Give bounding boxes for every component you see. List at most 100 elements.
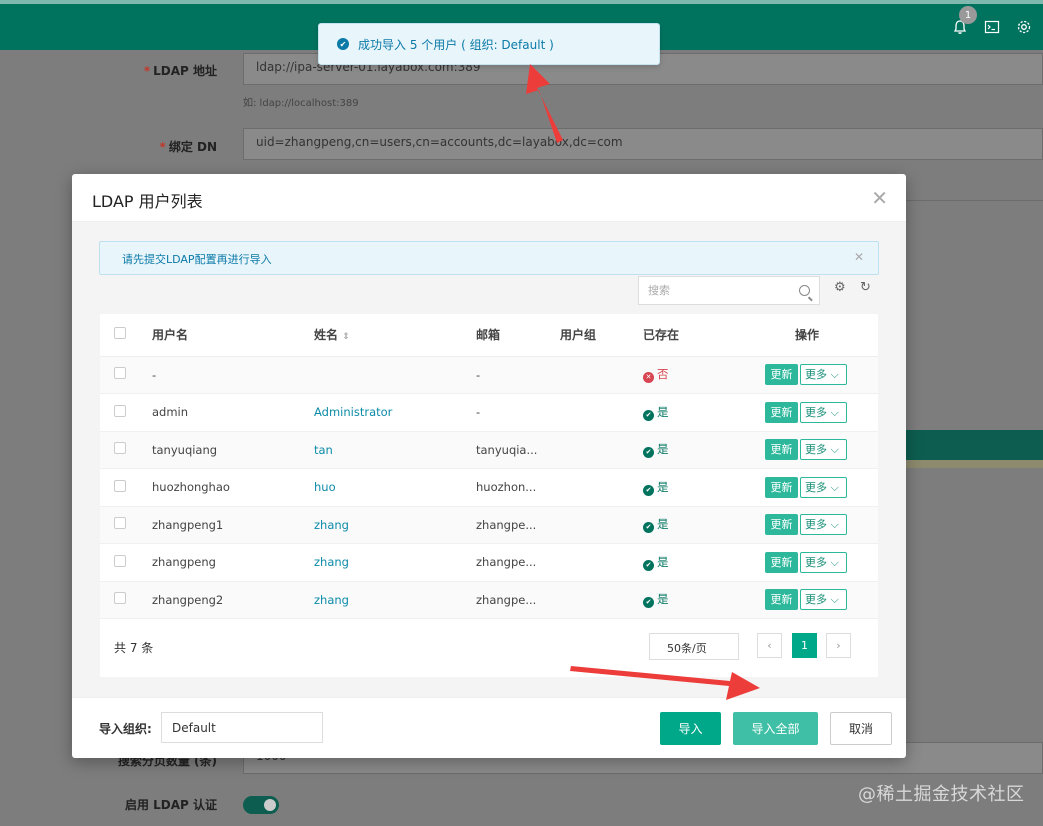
username-cell: zhangpeng [152,543,314,582]
actions-cell: 更新 更多 ⌵ [765,543,878,582]
group-cell [560,543,643,582]
row-checkbox[interactable] [114,517,126,530]
next-page-button[interactable]: › [826,633,851,658]
alert-close-icon[interactable]: ✕ [854,250,864,264]
modal-body: 请先提交LDAP配置再进行导入 ✕ ⚙ ↻ 用户名 姓名 ⇕ 邮箱 用户组 已存… [72,222,906,697]
more-label: 更多 [805,480,827,494]
table-row: zhangpeng zhang zhangpe... ✔ 是更新 更多 ⌵ [100,543,878,582]
exists-status: 是 [657,442,669,457]
enable-auth-toggle[interactable] [243,796,279,814]
chevron-down-icon: ⌵ [830,405,839,419]
exists-cell: ✕ 否 [643,356,765,394]
more-dropdown-button[interactable]: 更多 ⌵ [800,514,847,536]
exists-cell: ✔ 是 [643,543,765,582]
more-dropdown-button[interactable]: 更多 ⌵ [800,476,847,498]
sort-icon[interactable]: ⇕ [342,332,350,342]
prev-page-button[interactable]: ‹ [757,633,782,658]
ldap-address-hint: 如: ldap://localhost:389 [243,98,359,109]
page-size-select[interactable]: 50条/页 [649,633,739,660]
row-select-cell [100,468,152,507]
actions-cell: 更新 更多 ⌵ [765,356,878,394]
gear-icon[interactable] [1015,18,1033,36]
row-checkbox[interactable] [114,367,126,380]
bind-dn-input[interactable]: uid=zhangpeng,cn=users,cn=accounts,dc=la… [243,128,1043,160]
more-dropdown-button[interactable]: 更多 ⌵ [800,364,847,386]
exists-status: 是 [657,517,669,532]
name-cell[interactable]: zhang [314,506,476,544]
row-checkbox[interactable] [114,479,126,492]
cancel-button[interactable]: 取消 [830,712,892,745]
row-checkbox[interactable] [114,442,126,455]
modal-header: LDAP 用户列表 ✕ [72,174,906,222]
username-cell: admin [152,393,314,432]
name-cell[interactable]: Administrator [314,393,476,432]
row-select-cell [100,356,152,394]
total-count: 共 7 条 [114,641,154,655]
select-all-checkbox[interactable] [114,327,126,340]
close-icon[interactable]: ✕ [871,188,888,208]
exists-status: 是 [657,554,669,569]
import-button[interactable]: 导入 [660,712,721,745]
table-row: zhangpeng1 zhang zhangpe... ✔ 是更新 更多 ⌵ [100,506,878,544]
more-label: 更多 [805,593,827,607]
update-button[interactable]: 更新 [765,476,798,498]
import-all-button[interactable]: 导入全部 [733,712,818,745]
gear-icon[interactable]: ⚙ [834,280,846,295]
row-select-cell [100,543,152,582]
username-cell: huozhonghao [152,468,314,507]
group-cell [560,506,643,544]
col-header-email: 邮箱 [476,314,560,357]
terminal-icon-graphic [984,20,1000,34]
name-cell[interactable]: zhang [314,543,476,582]
email-cell: tanyuqia... [476,431,560,469]
more-dropdown-button[interactable]: 更多 ⌵ [800,551,847,573]
col-header-name[interactable]: 姓名 ⇕ [314,314,476,357]
name-cell[interactable]: huo [314,468,476,507]
check-circle-icon: ✔ [337,38,349,50]
import-org-input[interactable] [161,712,323,743]
update-button[interactable]: 更新 [765,551,798,573]
row-checkbox[interactable] [114,592,126,605]
x-circle-icon: ✕ [643,372,654,384]
exists-status: 是 [657,592,669,607]
check-circle-icon: ✔ [643,409,654,421]
chevron-down-icon: ⌵ [830,368,839,382]
bell-icon[interactable]: 1 [951,6,977,36]
update-button[interactable]: 更新 [765,514,798,536]
search-icon[interactable] [799,285,810,296]
terminal-icon[interactable] [983,18,1001,36]
more-label: 更多 [805,518,827,532]
name-cell[interactable]: zhang [314,581,476,619]
col-header-name-label: 姓名 [314,328,339,343]
search-input[interactable] [639,277,789,304]
page-number-button[interactable]: 1 [792,633,817,658]
actions-cell: 更新 更多 ⌵ [765,393,878,432]
more-dropdown-button[interactable]: 更多 ⌵ [800,401,847,423]
row-checkbox[interactable] [114,554,126,567]
row-checkbox[interactable] [114,404,126,417]
select-all-cell [100,314,152,357]
update-button[interactable]: 更新 [765,401,798,423]
notification-badge: 1 [959,6,977,24]
update-button[interactable]: 更新 [765,364,798,386]
check-circle-icon: ✔ [643,447,654,459]
more-dropdown-button[interactable]: 更多 ⌵ [800,439,847,461]
actions-cell: 更新 更多 ⌵ [765,581,878,619]
update-button[interactable]: 更新 [765,589,798,611]
more-label: 更多 [805,443,827,457]
check-circle-icon: ✔ [643,522,654,534]
name-cell[interactable]: tan [314,431,476,469]
more-dropdown-button[interactable]: 更多 ⌵ [800,589,847,611]
success-toast: ✔ 成功导入 5 个用户 ( 组织: Default ) [318,23,660,65]
topbar-icon-group: 1 [951,6,1033,36]
refresh-icon[interactable]: ↻ [860,280,871,295]
username-cell: zhangpeng1 [152,506,314,544]
chevron-down-icon: ⌵ [830,443,839,457]
name-cell[interactable] [314,356,476,394]
email-cell: zhangpe... [476,581,560,619]
update-button[interactable]: 更新 [765,439,798,461]
exists-cell: ✔ 是 [643,393,765,432]
col-header-actions: 操作 [765,314,878,357]
check-circle-icon: ✔ [643,559,654,571]
table-row: admin Administrator - ✔ 是更新 更多 ⌵ [100,393,878,432]
